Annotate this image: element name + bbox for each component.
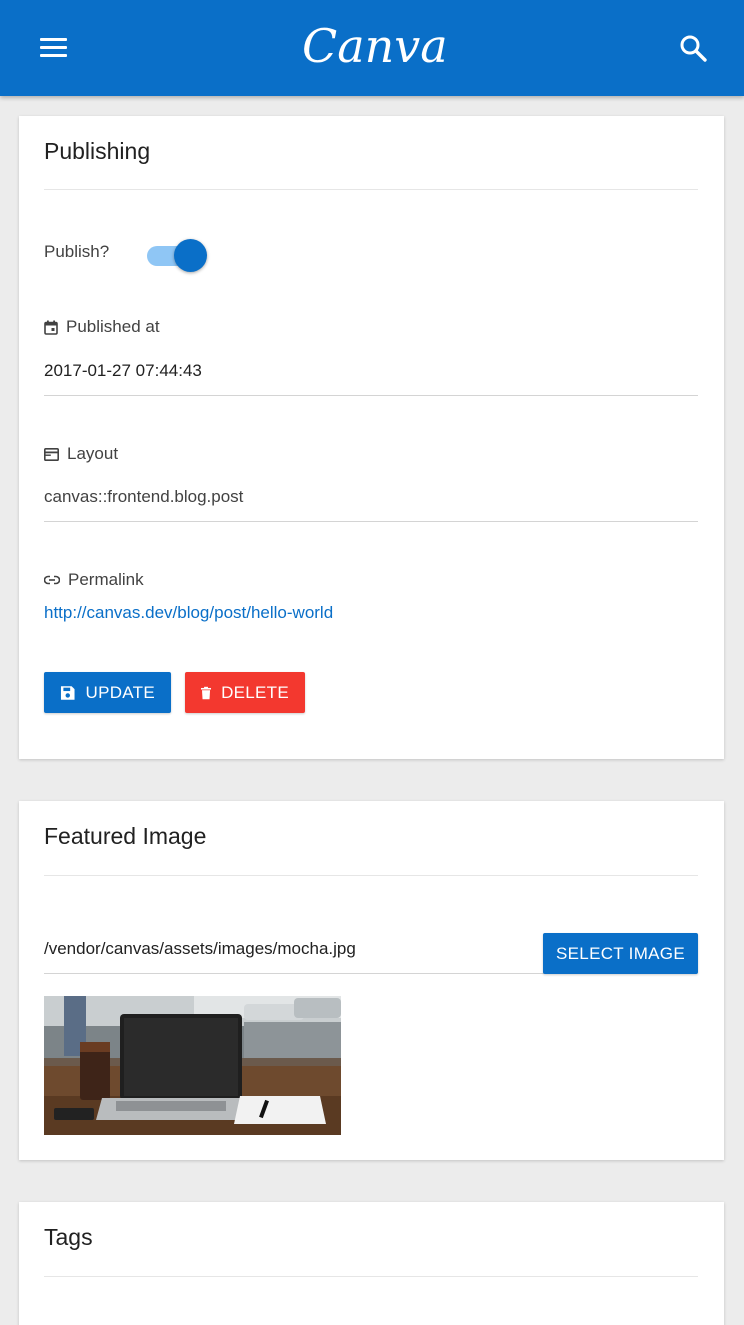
publishing-card: Publishing Publish? Published at 2017-01… [19, 116, 724, 759]
permalink-link[interactable]: http://canvas.dev/blog/post/hello-world [44, 603, 333, 623]
publish-label: Publish? [44, 242, 110, 261]
featured-image-preview [44, 996, 341, 1135]
permalink-label: Permalink [68, 570, 144, 589]
featured-image-path-underline [44, 973, 544, 974]
logo-text: Canvas [302, 19, 448, 73]
permalink-label-row: Permalink [44, 570, 144, 590]
featured-image-title: Featured Image [44, 823, 207, 849]
calendar-icon [44, 320, 58, 335]
tags-card: Tags [19, 1202, 724, 1325]
published-at-input[interactable]: 2017-01-27 07:44:43 [44, 361, 202, 381]
update-button[interactable]: UPDATE [44, 672, 171, 713]
divider [44, 875, 698, 876]
divider [44, 189, 698, 190]
publishing-title: Publishing [44, 138, 151, 164]
layout-label: Layout [67, 444, 119, 463]
save-icon [60, 685, 75, 700]
featured-image-card: Featured Image /vendor/canvas/assets/ima… [19, 801, 724, 1160]
published-at-label: Published at [66, 317, 160, 336]
delete-label: DELETE [221, 682, 289, 702]
trash-icon [201, 686, 212, 699]
published-at-underline [44, 395, 698, 396]
delete-button[interactable]: DELETE [185, 672, 305, 713]
link-icon [44, 575, 60, 585]
search-icon[interactable] [678, 33, 708, 63]
divider [44, 1276, 698, 1277]
toggle-thumb [174, 239, 207, 272]
featured-image-path-input[interactable]: /vendor/canvas/assets/images/mocha.jpg [44, 939, 356, 959]
update-label: UPDATE [85, 682, 155, 702]
publish-toggle[interactable] [145, 238, 209, 274]
layout-underline [44, 521, 698, 522]
canvas-logo[interactable]: Canvas [296, 10, 448, 82]
tags-title: Tags [44, 1224, 93, 1250]
published-at-label-row: Published at [44, 317, 160, 337]
select-image-label: SELECT IMAGE [556, 943, 685, 963]
select-image-button[interactable]: SELECT IMAGE [543, 933, 698, 974]
layout-input[interactable]: canvas::frontend.blog.post [44, 487, 243, 507]
layout-icon [44, 447, 59, 461]
app-bar: Canvas [0, 0, 744, 96]
layout-label-row: Layout [44, 444, 118, 464]
hamburger-menu-icon[interactable] [40, 38, 68, 58]
